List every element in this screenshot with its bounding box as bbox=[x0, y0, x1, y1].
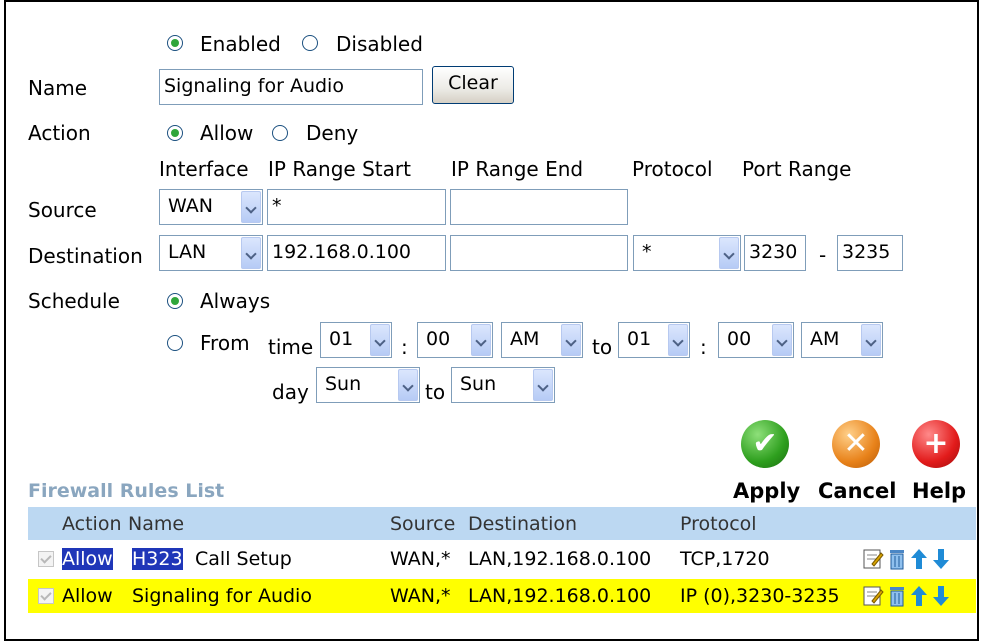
protocol-select[interactable]: * bbox=[633, 235, 741, 271]
edit-icon[interactable] bbox=[862, 585, 884, 607]
clear-button[interactable]: Clear bbox=[432, 66, 514, 104]
header-protocol: Protocol bbox=[680, 513, 757, 535]
firewall-rule-panel: Enabled Disabled Name Signaling for Audi… bbox=[4, 0, 979, 641]
cancel-icon-button[interactable]: ✕ bbox=[832, 420, 880, 468]
port-range-header: Port Range bbox=[742, 157, 852, 181]
header-action: Action bbox=[62, 513, 122, 535]
enabled-label: Enabled bbox=[200, 32, 281, 56]
schedule-label: Schedule bbox=[28, 289, 120, 313]
rule-action: Allow bbox=[62, 585, 113, 607]
chevron-down-icon bbox=[719, 237, 739, 269]
to-day-select[interactable]: Sun bbox=[451, 367, 555, 403]
from-hour-select[interactable]: 01 bbox=[320, 322, 392, 358]
rule-action: Allow bbox=[62, 548, 113, 570]
day-to-label: to bbox=[425, 380, 446, 404]
rule-enabled-checkbox[interactable] bbox=[38, 588, 54, 604]
from-radio[interactable] bbox=[167, 335, 183, 351]
plus-icon: + bbox=[923, 426, 949, 461]
chevron-down-icon bbox=[861, 324, 881, 356]
rules-table-header: Action Name Source Destination Protocol bbox=[28, 507, 976, 540]
enabled-radio[interactable] bbox=[167, 35, 183, 51]
rule-enabled-checkbox[interactable] bbox=[38, 551, 54, 567]
chevron-down-icon bbox=[561, 324, 581, 356]
time-label: time bbox=[268, 335, 314, 359]
x-icon: ✕ bbox=[843, 426, 869, 461]
action-label: Action bbox=[28, 121, 91, 145]
trash-icon[interactable] bbox=[886, 585, 908, 607]
ip-start-header: IP Range Start bbox=[268, 157, 411, 181]
always-radio[interactable] bbox=[167, 293, 183, 309]
chevron-down-icon bbox=[471, 324, 491, 356]
deny-label: Deny bbox=[306, 121, 359, 145]
edit-icon[interactable] bbox=[862, 548, 884, 570]
rule-destination: LAN,192.168.0.100 bbox=[468, 548, 652, 570]
rule-protocol: TCP,1720 bbox=[680, 548, 770, 570]
table-row[interactable]: Allow H323 Call Setup WAN,* LAN,192.168.… bbox=[28, 542, 976, 576]
table-row[interactable]: Allow Signaling for Audio WAN,* LAN,192.… bbox=[28, 579, 976, 613]
rules-list-title: Firewall Rules List bbox=[28, 480, 225, 502]
chevron-down-icon bbox=[241, 191, 261, 223]
help-icon-button[interactable]: + bbox=[912, 420, 960, 468]
name-label: Name bbox=[28, 76, 88, 100]
destination-interface-select[interactable]: LAN bbox=[159, 235, 263, 271]
deny-radio[interactable] bbox=[272, 125, 288, 141]
chevron-down-icon bbox=[533, 369, 553, 401]
source-label: Source bbox=[28, 198, 97, 222]
checkmark-icon: ✔ bbox=[752, 426, 778, 461]
always-label: Always bbox=[200, 289, 271, 313]
to-ampm-select[interactable]: AM bbox=[801, 322, 883, 358]
allow-label: Allow bbox=[200, 121, 254, 145]
trash-icon[interactable] bbox=[886, 548, 908, 570]
interface-header: Interface bbox=[159, 157, 249, 181]
port-separator: - bbox=[819, 243, 827, 267]
time-to-label: to bbox=[592, 335, 613, 359]
cancel-button[interactable]: Cancel bbox=[818, 479, 896, 503]
chevron-down-icon bbox=[668, 324, 688, 356]
to-hour-select[interactable]: 01 bbox=[618, 322, 690, 358]
source-ip-start-input[interactable]: * bbox=[267, 189, 446, 225]
rule-name-part1: H323 bbox=[132, 548, 183, 570]
source-ip-end-input[interactable] bbox=[450, 189, 628, 225]
port-start-input[interactable]: 3230 bbox=[744, 235, 806, 271]
rule-source: WAN,* bbox=[390, 548, 451, 570]
rule-source: WAN,* bbox=[390, 585, 451, 607]
protocol-header: Protocol bbox=[632, 157, 713, 181]
source-interface-select[interactable]: WAN bbox=[159, 189, 263, 225]
apply-button[interactable]: Apply bbox=[733, 479, 800, 503]
ip-end-header: IP Range End bbox=[451, 157, 584, 181]
from-minute-select[interactable]: 00 bbox=[417, 322, 493, 358]
help-button[interactable]: Help bbox=[912, 479, 966, 503]
header-name: Name bbox=[128, 513, 185, 535]
arrow-down-icon[interactable] bbox=[930, 548, 952, 570]
to-minute-select[interactable]: 00 bbox=[718, 322, 794, 358]
day-label: day bbox=[272, 380, 309, 404]
name-input[interactable]: Signaling for Audio bbox=[159, 69, 423, 105]
rule-destination: LAN,192.168.0.100 bbox=[468, 585, 652, 607]
allow-radio[interactable] bbox=[167, 125, 183, 141]
disabled-label: Disabled bbox=[336, 32, 423, 56]
from-ampm-select[interactable]: AM bbox=[501, 322, 583, 358]
arrow-up-icon[interactable] bbox=[908, 585, 930, 607]
header-destination: Destination bbox=[468, 513, 578, 535]
from-label: From bbox=[200, 331, 250, 355]
chevron-down-icon bbox=[772, 324, 792, 356]
time-colon: : bbox=[401, 335, 408, 359]
destination-label: Destination bbox=[28, 244, 143, 268]
port-end-input[interactable]: 3235 bbox=[837, 235, 903, 271]
arrow-up-icon[interactable] bbox=[908, 548, 930, 570]
rule-protocol: IP (0),3230-3235 bbox=[680, 585, 840, 607]
rule-name-part2: Call Setup bbox=[195, 548, 292, 570]
destination-ip-start-input[interactable]: 192.168.0.100 bbox=[267, 235, 446, 271]
disabled-radio[interactable] bbox=[302, 35, 318, 51]
rule-name: Signaling for Audio bbox=[132, 585, 312, 607]
chevron-down-icon bbox=[398, 369, 418, 401]
header-source: Source bbox=[390, 513, 456, 535]
apply-icon-button[interactable]: ✔ bbox=[741, 420, 789, 468]
arrow-down-icon[interactable] bbox=[930, 585, 952, 607]
chevron-down-icon bbox=[370, 324, 390, 356]
destination-ip-end-input[interactable] bbox=[450, 235, 628, 271]
time-colon-2: : bbox=[700, 335, 707, 359]
chevron-down-icon bbox=[241, 237, 261, 269]
from-day-select[interactable]: Sun bbox=[316, 367, 420, 403]
